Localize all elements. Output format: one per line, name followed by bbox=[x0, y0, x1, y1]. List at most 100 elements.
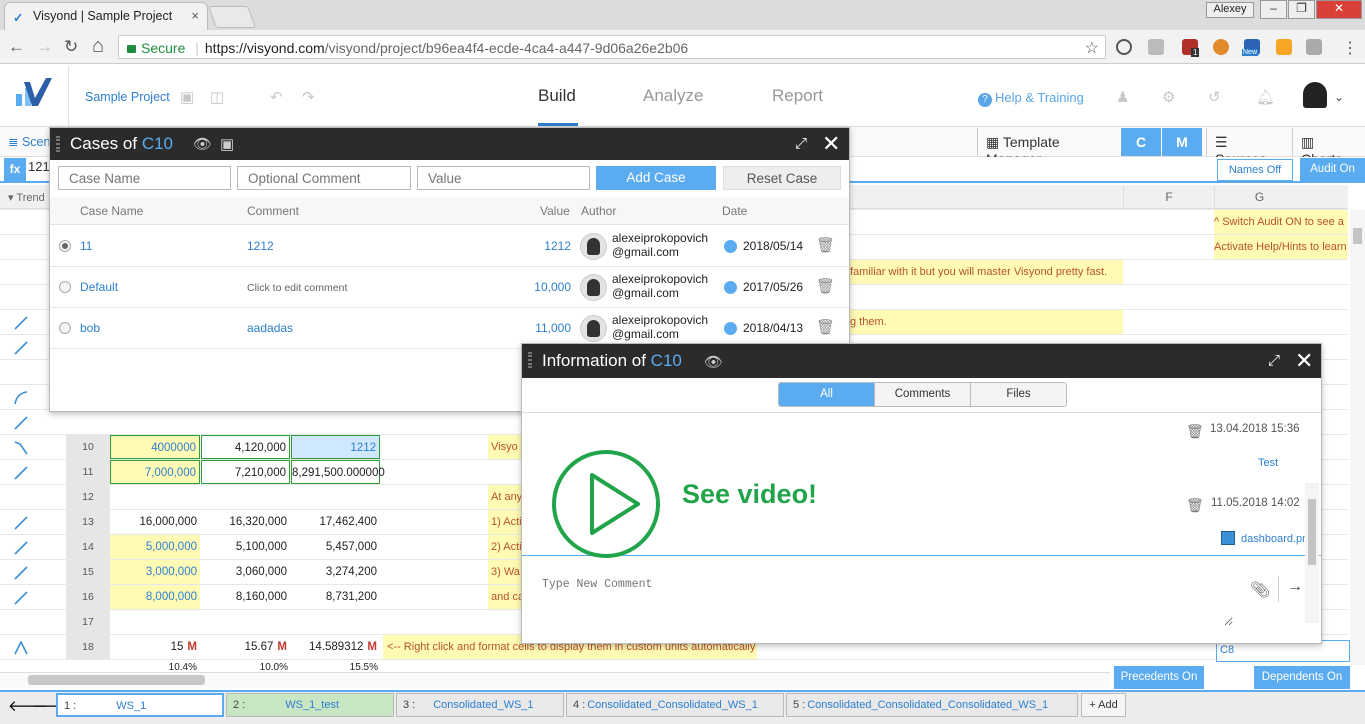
entry-file[interactable]: dashboard.png bbox=[1221, 531, 1314, 545]
help-training-link[interactable]: ? Help & Training bbox=[978, 90, 1084, 107]
add-user-icon[interactable]: ♟ bbox=[1116, 88, 1129, 106]
cell-b[interactable] bbox=[201, 485, 290, 509]
expand-icon[interactable]: ⤢ bbox=[795, 135, 807, 152]
entry-comment[interactable]: Test bbox=[1258, 457, 1278, 469]
cell-c[interactable]: 5,457,000 bbox=[291, 535, 380, 559]
row-number[interactable]: 14 bbox=[66, 535, 110, 559]
cell-b[interactable]: 4,120,000 bbox=[201, 435, 290, 459]
cell-b[interactable]: 15.67 M bbox=[201, 635, 290, 659]
cell-a[interactable]: 5,000,000 bbox=[110, 535, 200, 559]
history-icon[interactable]: ↺ bbox=[1208, 88, 1221, 106]
vertical-scroll-thumb[interactable] bbox=[1353, 228, 1362, 244]
home-icon[interactable]: ⌂ bbox=[92, 35, 104, 58]
bell-icon[interactable]: 🔔︎ bbox=[1256, 88, 1275, 106]
project-name[interactable]: Sample Project bbox=[85, 90, 170, 104]
drag-handle-icon[interactable] bbox=[56, 136, 60, 152]
avatar[interactable] bbox=[1303, 82, 1327, 108]
case-comment-input[interactable] bbox=[237, 166, 411, 190]
tab-files[interactable]: Files bbox=[970, 383, 1066, 406]
redo-icon[interactable]: ↷ bbox=[302, 88, 315, 106]
case-row[interactable]: 11 1212 1212 alexeiprokopovich @gmail.com 201… bbox=[50, 226, 849, 267]
cell-c[interactable]: 3,274,200 bbox=[291, 560, 380, 584]
add-sheet-button[interactable]: + Add bbox=[1081, 693, 1126, 717]
case-name[interactable]: bob bbox=[80, 321, 100, 335]
cell-a[interactable]: 15 M bbox=[110, 635, 200, 659]
cell-a[interactable]: 4000000 bbox=[110, 435, 200, 459]
nav-build[interactable]: Build bbox=[538, 86, 576, 106]
extension-orange-icon[interactable] bbox=[1276, 39, 1292, 55]
chevron-down-icon[interactable]: ⌄ bbox=[1334, 90, 1344, 104]
arrow-right-icon[interactable]: → bbox=[1287, 578, 1303, 596]
cell-b[interactable]: 8,160,000 bbox=[201, 585, 290, 609]
trash-icon[interactable]: 🗑︎ bbox=[1186, 497, 1204, 514]
case-comment[interactable]: 1212 bbox=[247, 239, 274, 253]
charts-button[interactable]: ▥ Charts bbox=[1292, 128, 1365, 167]
cell-a[interactable]: 8,000,000 bbox=[110, 585, 200, 609]
row-number[interactable]: 10 bbox=[66, 435, 110, 459]
intro-banner[interactable]: familiar with it but you will master Vis… bbox=[850, 260, 1123, 284]
extension-news-icon[interactable]: New bbox=[1242, 39, 1260, 56]
info-scroll-thumb[interactable] bbox=[1308, 499, 1316, 565]
help-hint-note[interactable]: Activate Help/Hints to learn bbox=[1214, 235, 1348, 259]
image-icon[interactable]: ▣ bbox=[220, 135, 234, 153]
cell-b[interactable] bbox=[201, 610, 290, 634]
browser-menu-icon[interactable]: ⋮ bbox=[1342, 38, 1358, 58]
tab-close-icon[interactable]: × bbox=[191, 8, 199, 23]
cell-a[interactable]: 16,000,000 bbox=[110, 510, 200, 534]
cell-c[interactable] bbox=[291, 610, 380, 634]
note-cell[interactable]: 3) Wa bbox=[488, 560, 522, 584]
note-cell[interactable]: 2) Acti bbox=[488, 535, 522, 559]
eye-icon[interactable]: 👁︎ bbox=[193, 135, 212, 153]
extension-drive-icon[interactable] bbox=[1116, 39, 1132, 55]
case-radio[interactable] bbox=[59, 240, 71, 252]
case-value-input[interactable] bbox=[417, 166, 590, 190]
info-dialog-header[interactable]: Information of C10 👁︎ ⤢ ✕ bbox=[522, 344, 1321, 378]
cell-a[interactable]: 7,000,000 bbox=[110, 460, 200, 484]
minimize-button[interactable]: – bbox=[1260, 0, 1287, 19]
paperclip-icon[interactable]: 📎︎ bbox=[1250, 580, 1270, 600]
column-header-f[interactable]: F bbox=[1123, 186, 1214, 208]
tab-all[interactable]: All bbox=[779, 383, 874, 406]
add-case-button[interactable]: Add Case bbox=[596, 166, 716, 190]
case-name-input[interactable] bbox=[58, 166, 231, 190]
row-number[interactable]: 11 bbox=[66, 460, 110, 484]
cell-c[interactable]: 8,291,500.000000 bbox=[291, 460, 385, 484]
case-name[interactable]: Default bbox=[80, 280, 118, 294]
row-number[interactable]: 17 bbox=[66, 610, 110, 634]
row-number[interactable]: 15 bbox=[66, 560, 110, 584]
cell-b[interactable]: 16,320,000 bbox=[201, 510, 290, 534]
see-video-link[interactable]: See video! bbox=[682, 479, 817, 510]
row-number[interactable]: 16 bbox=[66, 585, 110, 609]
formula-input[interactable]: 121 bbox=[28, 159, 50, 174]
note-cell[interactable]: 1) Acti bbox=[488, 510, 522, 534]
reload-icon[interactable]: ↻ bbox=[64, 37, 78, 57]
horizontal-scroll-thumb[interactable] bbox=[28, 675, 205, 685]
cell-b[interactable]: 7,210,000 bbox=[201, 460, 290, 484]
visyond-logo-icon[interactable] bbox=[14, 78, 54, 108]
cell-a[interactable] bbox=[110, 610, 200, 634]
note-cell[interactable]: Visyo bbox=[488, 435, 522, 459]
row-number[interactable]: 12 bbox=[66, 485, 110, 509]
close-icon[interactable]: ✕ bbox=[1295, 348, 1313, 374]
forward-icon[interactable]: → bbox=[36, 37, 53, 57]
reset-case-button[interactable]: Reset Case bbox=[723, 166, 841, 190]
tab-comments[interactable]: Comments bbox=[874, 383, 970, 406]
cell-c[interactable]: 14.589312 M bbox=[291, 635, 380, 659]
expand-icon[interactable]: ⤢ bbox=[1268, 352, 1280, 369]
trash-icon[interactable]: 🗑︎ bbox=[816, 236, 835, 254]
case-comment[interactable]: Click to edit comment bbox=[247, 282, 347, 294]
names-off-button[interactable]: Names Off bbox=[1217, 159, 1293, 181]
cell-a[interactable]: 3,000,000 bbox=[110, 560, 200, 584]
cell-partial[interactable]: 10.4% bbox=[110, 660, 200, 672]
extension-ublock-icon[interactable]: 1 bbox=[1182, 39, 1200, 57]
cell-partial[interactable]: 10.0% bbox=[201, 660, 291, 672]
case-value[interactable]: 10,000 bbox=[534, 280, 571, 294]
close-icon[interactable]: ✕ bbox=[822, 131, 840, 157]
cell-a[interactable] bbox=[110, 485, 200, 509]
case-comment[interactable]: aadadas bbox=[247, 321, 293, 335]
undo-icon[interactable]: ↶ bbox=[270, 88, 283, 106]
cell-b[interactable]: 5,100,000 bbox=[201, 535, 290, 559]
cell-c[interactable]: 17,462,400 bbox=[291, 510, 380, 534]
case-value[interactable]: 1212 bbox=[544, 239, 571, 253]
extension-cast-icon[interactable] bbox=[1306, 39, 1322, 55]
